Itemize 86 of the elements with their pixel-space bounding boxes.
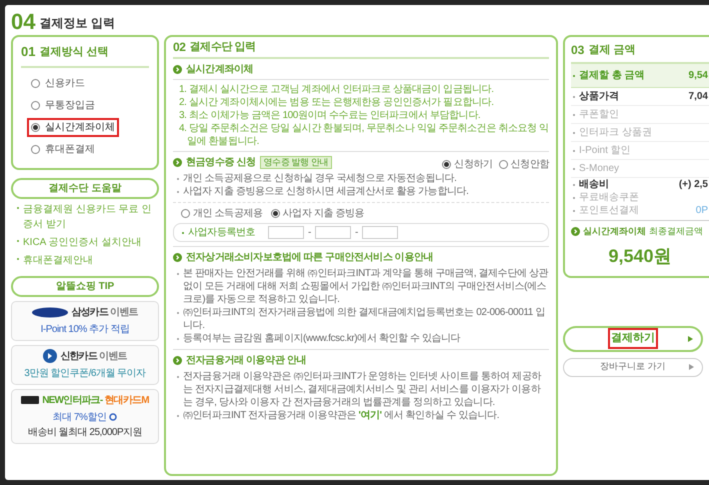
banner-text: 최대 7%할인	[52, 410, 106, 424]
banner-title: 현대카드M	[104, 394, 149, 408]
payment-option[interactable]: 무통장입금	[27, 96, 99, 114]
input-field[interactable]	[362, 226, 398, 239]
amount-label: 무료배송쿠폰	[579, 191, 639, 204]
help-header: 결제수단 도움말	[11, 178, 159, 198]
total-label: 결제할 총 금액	[579, 69, 645, 83]
bullet-text: 전자금융거래 이용약관은 ㈜인터파크INT가 운영하는 인터넷 사이트를 통하여 제공하는 전자지급결제대행 서비스, 결제대금예치서비스 및 관리 서비스를 이용자가 이용하는 경우, 당사와 이용자 간 전자금융거래의 법률관계를 정의하고 있습니다.	[183, 370, 542, 409]
panel-title: 결제 금액	[588, 42, 636, 58]
bullet-text: 본 판매자는 안전거래를 위해 ㈜인터파크INT과 계약을 통해 구매금액, 결제수단에 상관없이 모든 거래에 대해 저희 쇼핑몰에서 가입한 ㈜인터파크INT의 구매안전서비스(에스크로)를 자동으로 적용하고 있습니다.	[183, 267, 549, 306]
amount-label: I-Point 할인	[579, 144, 631, 157]
bullet-text: 개인 소득공제용으로 신청하실 경우 국세청으로 자동전송됩니다.	[183, 172, 456, 185]
triangle-arrow-icon	[688, 336, 693, 342]
banner-title: 이벤트	[110, 306, 138, 320]
arrow-circle-icon	[173, 356, 182, 365]
step-text: 3. 최소 이체가능 금액은 100원이며 수수료는 인터파크에서 부담합니다.	[179, 109, 482, 122]
amount-label: 상품가격	[579, 90, 619, 103]
amount-label: 배송비	[579, 178, 609, 191]
bullet-text: 등록여부는 금감원 홈페이지(www.fcsc.kr)에서 확인할 수 있습니다	[183, 332, 460, 345]
banner-title: NEW인터파크-	[42, 394, 102, 408]
radio-button[interactable]	[181, 209, 190, 218]
arrow-circle-icon	[571, 227, 580, 236]
card-logo-icon	[21, 396, 40, 404]
amount-label: 포인트선결제	[579, 204, 639, 217]
panel-number: 01	[21, 43, 36, 61]
radio-label: 신청하기	[454, 158, 493, 170]
amount-label: 쿠폰할인	[579, 108, 619, 121]
tip-header: 알뜰쇼핑 TIP	[11, 276, 159, 296]
arrow-circle-icon	[173, 158, 182, 167]
arrow-circle-icon	[173, 253, 182, 262]
radio-label: 사업자 지출 증빙용	[282, 207, 364, 220]
field-label: 사업자등록번호	[188, 226, 256, 239]
amount-value: 0P	[696, 204, 708, 217]
card-event-banner[interactable]: 삼성카드 이벤트 I-Point 10% 추가 적립	[11, 300, 159, 340]
radio-button[interactable]	[442, 160, 452, 168]
arrow-circle-icon	[173, 65, 182, 74]
banner-title: 신한카드	[60, 350, 98, 364]
final-label: 최종결제금액	[649, 225, 703, 238]
input-field[interactable]	[314, 226, 351, 239]
total-value: 9,54	[688, 69, 708, 83]
section-title: 실시간계좌이체	[186, 63, 254, 76]
pay-button[interactable]: 결제하기	[563, 326, 703, 352]
panel-number: 02	[173, 41, 186, 54]
final-amount: 9,540원	[607, 244, 673, 268]
terms-link[interactable]: '여기'	[358, 410, 382, 421]
step-text: 2. 실시간 계좌이체시에는 범용 또는 은행제한용 공인인증서가 필요합니다.	[179, 96, 495, 109]
amount-label: S-Money	[579, 162, 620, 175]
triangle-arrow-icon	[689, 364, 694, 370]
radio-label: 개인 소득공제용	[193, 207, 263, 220]
coin-icon	[109, 413, 118, 421]
payment-option[interactable]: 신용카드	[27, 74, 89, 92]
separator: -	[308, 226, 311, 239]
separator: -	[354, 226, 358, 239]
bullet-text: 사업자 지출 증빙용으로 신청하시면 세금계산서로 활용 가능합니다.	[183, 185, 468, 198]
page-title: 결제정보 입력	[39, 15, 115, 32]
radio-button[interactable]	[270, 209, 280, 218]
card-event-banner[interactable]: NEW인터파크- 현대카드M 최대 7%할인 배송비 월최대 25,000P지원	[11, 388, 159, 444]
amount-value: 7,04	[688, 90, 708, 103]
banner-text: 배송비 월최대 25,000P지원	[28, 426, 142, 440]
payment-option[interactable]: 실시간계좌이체	[27, 118, 119, 136]
bullet-text: ㈜인터파크INT 전자금융거래 이용약관은 '여기' 에서 확인하실 수 있습니다.	[183, 409, 500, 422]
card-logo-icon	[43, 349, 58, 363]
panel-number: 03	[571, 42, 584, 59]
step-text: 4. 당일 주문취소건은 당일 실시간 환불되며, 무문취소나 익일 주문취소건은 취소요청 익일에 환불됩니다.	[179, 122, 549, 148]
section-title: 전자상거래소비자보호법에 따른 구매안전서비스 이용안내	[186, 251, 434, 264]
banner-title: 이벤트	[99, 350, 127, 364]
banner-text: I-Point 10% 추가 적립	[40, 322, 130, 336]
amount-label: 인터파크 상품권	[579, 126, 652, 139]
payment-option[interactable]: 휴대폰결제	[27, 140, 99, 158]
panel-title: 결제방식 선택	[39, 44, 109, 60]
cart-button[interactable]: 장바구니로 가기	[563, 358, 703, 376]
radio-label: 신청안함	[510, 158, 549, 170]
banner-text: 3만원 할인쿠폰/6개월 무이자	[24, 366, 146, 380]
step-text: 1. 결제시 실시간으로 고객님 계좌에서 인터파크로 상품대금이 입금됩니다.	[179, 83, 495, 96]
card-event-banner[interactable]: 신한카드 이벤트 3만원 할인쿠폰/6개월 무이자	[11, 344, 159, 384]
panel-title: 결제수단 입력	[190, 41, 256, 54]
radio-button[interactable]	[498, 160, 508, 168]
final-method: 실시간계좌이체	[583, 225, 646, 238]
input-field[interactable]	[268, 226, 304, 239]
bullet-text: ㈜인터파크INT의 전자거래금융법에 의한 결제대금예치업등록번호는 02-006-00011 입니다.	[183, 306, 546, 332]
section-title: 현금영수증 신청	[186, 156, 256, 169]
step-number: 04	[11, 11, 36, 33]
section-title: 전자금융거래 이용약관 안내	[186, 354, 306, 367]
card-logo-icon	[32, 306, 68, 318]
banner-title: 삼성카드	[71, 306, 108, 320]
amount-value: (+) 2,5	[678, 178, 708, 191]
